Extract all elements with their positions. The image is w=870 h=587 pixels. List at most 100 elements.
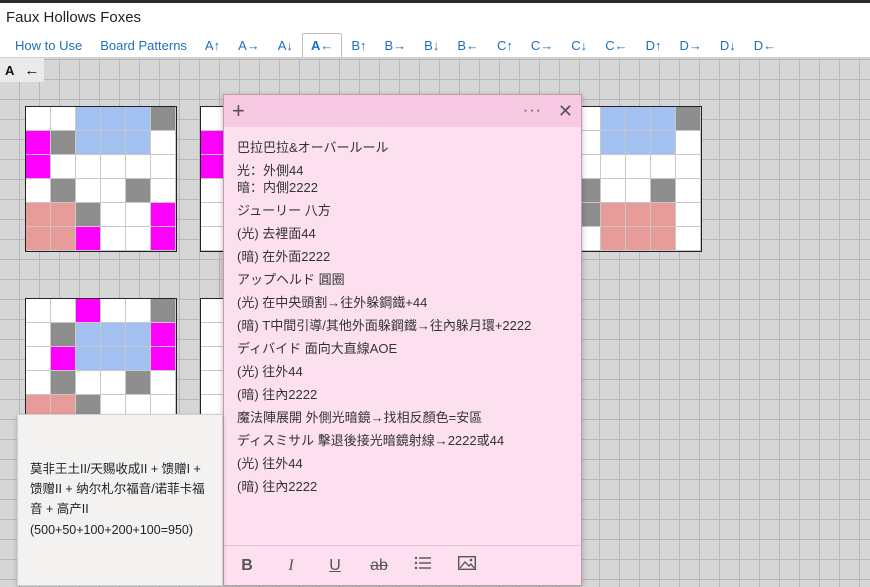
board-cell bbox=[626, 227, 651, 251]
tab-a-left[interactable]: A← bbox=[301, 33, 343, 57]
tab-c-up[interactable]: C↑ bbox=[488, 33, 522, 57]
board-cell bbox=[651, 131, 676, 155]
board-cell bbox=[126, 155, 151, 179]
board-cell bbox=[26, 347, 51, 371]
board-cell bbox=[51, 203, 76, 227]
bulleted-list-icon[interactable] bbox=[414, 556, 432, 575]
italic-button[interactable]: I bbox=[282, 557, 300, 575]
tab-a-right[interactable]: A→ bbox=[229, 33, 269, 57]
close-icon[interactable]: ✕ bbox=[558, 101, 573, 122]
pattern-indicator: A ← bbox=[0, 58, 45, 82]
secondary-note-text[interactable]: 莫非王土II/天赐收成II + 馈赠I + 馈赠II + 纳尔札尔福音/诺菲卡福… bbox=[18, 415, 222, 539]
note-line: 暗：内側2222 bbox=[237, 180, 318, 195]
board-cell bbox=[676, 107, 701, 131]
more-options-icon[interactable]: ··· bbox=[523, 102, 542, 120]
board-cell bbox=[151, 179, 176, 203]
tab-c-right[interactable]: C→ bbox=[522, 33, 562, 57]
note-line: アップヘルド 圓圈 bbox=[237, 272, 345, 287]
tab-c-down[interactable]: C↓ bbox=[562, 33, 596, 57]
board-cell bbox=[26, 107, 51, 131]
board-cell bbox=[676, 203, 701, 227]
tab-board-patterns[interactable]: Board Patterns bbox=[91, 33, 196, 57]
board-cell bbox=[601, 155, 626, 179]
board-cell bbox=[26, 203, 51, 227]
note-line: (暗) T中間引導/其他外面躲鋼鐵→往內躲月環+2222 bbox=[237, 318, 532, 333]
tab-b-down[interactable]: B↓ bbox=[415, 33, 448, 57]
board-cell bbox=[101, 347, 126, 371]
board-cell bbox=[151, 371, 176, 395]
tab-b-left[interactable]: B← bbox=[448, 33, 488, 57]
board-cell bbox=[26, 179, 51, 203]
tab-d-right[interactable]: D→ bbox=[670, 33, 710, 57]
board-cell bbox=[126, 131, 151, 155]
board-cell bbox=[126, 179, 151, 203]
tab-b-up[interactable]: B↑ bbox=[342, 33, 375, 57]
board-cell bbox=[51, 179, 76, 203]
board-cell bbox=[651, 107, 676, 131]
board-cell bbox=[676, 131, 701, 155]
note-line: ジューリー 八方 bbox=[237, 203, 331, 218]
board-cell bbox=[76, 179, 101, 203]
tab-a-up[interactable]: A↑ bbox=[196, 33, 229, 57]
board-cell bbox=[126, 299, 151, 323]
board-cell bbox=[51, 107, 76, 131]
board-cell bbox=[626, 179, 651, 203]
board-cell bbox=[126, 107, 151, 131]
tab-d-down[interactable]: D↓ bbox=[711, 33, 745, 57]
board-cell bbox=[76, 155, 101, 179]
note-line: 光：外側44 bbox=[237, 163, 304, 178]
sticky-note-header[interactable]: + ··· ✕ bbox=[224, 95, 581, 127]
tab-a-down[interactable]: A↓ bbox=[269, 33, 302, 57]
tab-d-up[interactable]: D↑ bbox=[637, 33, 671, 57]
board-cell bbox=[601, 107, 626, 131]
tab-b-right[interactable]: B→ bbox=[376, 33, 416, 57]
board-cell bbox=[76, 323, 101, 347]
board-cell bbox=[76, 107, 101, 131]
insert-image-icon[interactable] bbox=[457, 555, 477, 575]
board-cell bbox=[651, 179, 676, 203]
app-title: Faux Hollows Foxes bbox=[6, 9, 142, 26]
note-format-toolbar: B I U ab bbox=[224, 545, 581, 585]
board-cell bbox=[601, 203, 626, 227]
board-cell bbox=[51, 371, 76, 395]
board-cell bbox=[101, 227, 126, 251]
board-cell bbox=[676, 227, 701, 251]
board-cell bbox=[76, 347, 101, 371]
board-cell bbox=[626, 155, 651, 179]
board-cell bbox=[26, 227, 51, 251]
board-cell bbox=[151, 155, 176, 179]
board-cell bbox=[51, 227, 76, 251]
sticky-note[interactable]: + ··· ✕ 巴拉巴拉&オーバールール 光：外側44 暗：内側2222 ジュー… bbox=[223, 94, 582, 586]
board-cell bbox=[76, 203, 101, 227]
underline-button[interactable]: U bbox=[326, 557, 344, 575]
board-cell bbox=[76, 131, 101, 155]
board-cell bbox=[151, 131, 176, 155]
tab-c-left[interactable]: C← bbox=[596, 33, 636, 57]
board-cell bbox=[126, 323, 151, 347]
board-cell bbox=[26, 371, 51, 395]
board-cell bbox=[101, 179, 126, 203]
board-cell bbox=[651, 203, 676, 227]
board-cell bbox=[126, 203, 151, 227]
note-line: (暗) 在外面2222 bbox=[237, 249, 331, 264]
board-cell bbox=[626, 131, 651, 155]
board-cell bbox=[151, 347, 176, 371]
board-cell bbox=[676, 179, 701, 203]
board-cell bbox=[26, 131, 51, 155]
note-line: 魔法陣展開 外側光暗鏡→找相反顏色=安區 bbox=[237, 410, 483, 425]
tab-how-to-use[interactable]: How to Use bbox=[6, 33, 91, 57]
board-cell bbox=[676, 155, 701, 179]
sticky-note-secondary[interactable]: 莫非王土II/天赐收成II + 馈赠I + 馈赠II + 纳尔札尔福音/诺菲卡福… bbox=[17, 414, 223, 586]
strikethrough-button[interactable]: ab bbox=[370, 557, 388, 575]
bold-button[interactable]: B bbox=[238, 557, 256, 575]
board-cell bbox=[51, 347, 76, 371]
secondary-note-sum: (500+50+100+200+100=950) bbox=[30, 523, 194, 537]
sticky-note-text[interactable]: 巴拉巴拉&オーバールール 光：外側44 暗：内側2222 ジューリー 八方 (光… bbox=[224, 127, 581, 495]
board-cell bbox=[126, 347, 151, 371]
add-note-icon[interactable]: + bbox=[232, 100, 245, 122]
tab-d-left[interactable]: D← bbox=[745, 33, 785, 57]
window-top-bar bbox=[0, 0, 870, 3]
note-line: (暗) 往內2222 bbox=[237, 479, 318, 494]
board-cell bbox=[601, 227, 626, 251]
board-cell bbox=[626, 203, 651, 227]
